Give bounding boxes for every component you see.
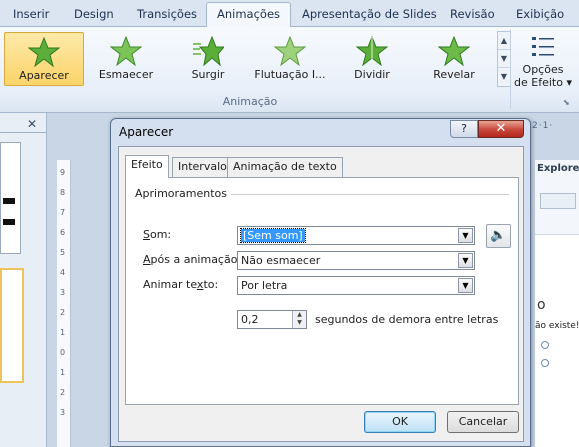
horizontal-ruler: 2·1· xyxy=(532,121,554,131)
tab-apresentacao-de-slides[interactable]: Apresentação de Slides xyxy=(302,5,437,23)
animation-revelar[interactable]: Revelar xyxy=(414,32,494,86)
tab-page-efeito: Aprimoramentos Som: [Sem som] ▼ 🔈 Após a… xyxy=(125,177,519,405)
ruler-number: 3 xyxy=(60,408,66,417)
ruler-number: 0 xyxy=(60,348,66,357)
tab-design[interactable]: Design xyxy=(74,5,114,23)
panel-title: Explorer xyxy=(537,163,579,174)
animation-dividir[interactable]: Dividir xyxy=(332,32,412,86)
effect-options-label-2: de Efeito xyxy=(514,76,563,89)
dialog-title: Aparecer xyxy=(119,125,174,139)
close-button[interactable]: ✕ xyxy=(478,120,524,138)
ruler-number: 3 xyxy=(60,288,66,297)
ribbon-animation-group: Aparecer Esmaecer Surgir Flutuação I... … xyxy=(0,27,579,113)
ruler-number: 6 xyxy=(60,228,66,237)
panel-tool-button[interactable] xyxy=(540,193,576,209)
effect-options-label: Opções xyxy=(522,63,564,76)
after-animation-select[interactable]: Não esmaecer ▼ xyxy=(237,251,475,270)
delay-suffix: segundos de demora entre letras xyxy=(315,313,499,326)
vertical-ruler: 9 8 7 6 5 4 3 2 1 0 1 2 3 xyxy=(57,160,71,447)
animation-surgir[interactable]: Surgir xyxy=(168,32,248,86)
ruler-number: 5 xyxy=(60,248,66,257)
ruler-number: 1 xyxy=(60,368,66,377)
slide-text: o xyxy=(537,297,546,313)
selection-handle[interactable] xyxy=(541,341,549,349)
star-motion-icon xyxy=(193,36,224,66)
slide-canvas xyxy=(535,234,579,447)
aparecer-dialog: Aparecer ? ✕ Efeito Intervalo Animação d… xyxy=(110,118,531,447)
ruler-number: 7 xyxy=(60,208,66,217)
sound-label: Som: xyxy=(143,228,172,241)
pane-divider xyxy=(0,132,47,133)
cancel-button[interactable]: Cancelar xyxy=(447,411,519,433)
tab-transicoes[interactable]: Transições xyxy=(137,5,197,23)
animation-label: Surgir xyxy=(191,68,225,81)
section-title: Aprimoramentos xyxy=(135,187,232,200)
ruler-number: 8 xyxy=(60,188,66,197)
group-divider xyxy=(510,29,511,109)
ribbon-tab-bar: Inserir Design Transições Animações Apre… xyxy=(0,0,579,28)
ok-button[interactable]: OK xyxy=(364,411,436,433)
animate-text-select[interactable]: Por letra ▼ xyxy=(237,276,475,295)
gallery-scrollbar[interactable]: ▲ ▼ ▼ xyxy=(497,31,511,87)
star-icon xyxy=(438,36,470,66)
tab-exibicao[interactable]: Exibição xyxy=(516,5,564,23)
ruler-number: 4 xyxy=(60,268,66,277)
animation-label: Revelar xyxy=(433,68,475,81)
ruler-number: 2 xyxy=(60,308,66,317)
list-options-icon xyxy=(532,37,554,56)
ruler-number: 1 xyxy=(60,328,66,337)
animate-text-label: Animar texto: xyxy=(143,278,219,291)
animation-label: Flutuação I... xyxy=(254,68,326,81)
after-animation-label: Após a animação: xyxy=(143,253,242,266)
delay-spinner[interactable]: 0,2 ▲ ▼ xyxy=(237,310,307,329)
sound-value: [Sem som] xyxy=(240,228,306,243)
slide-thumbnail-selected[interactable] xyxy=(0,268,24,383)
delay-value: 0,2 xyxy=(241,313,259,326)
slide-thumbnail[interactable] xyxy=(0,142,21,254)
sound-select[interactable]: [Sem som] ▼ xyxy=(237,226,475,245)
animation-aparecer[interactable]: Aparecer xyxy=(4,32,84,86)
effect-options-button[interactable]: Opções de Efeito ▾ xyxy=(514,31,572,95)
group-label: Animação xyxy=(222,95,278,108)
tab-animacoes[interactable]: Animações xyxy=(206,2,292,28)
close-icon[interactable]: ✕ xyxy=(27,117,37,131)
tab-intervalo[interactable]: Intervalo xyxy=(172,157,233,177)
dialog-body: Efeito Intervalo Animação de texto Aprim… xyxy=(118,146,524,442)
ruler-number: 9 xyxy=(60,168,66,177)
chevron-down-icon[interactable]: ▼ xyxy=(458,253,473,268)
star-icon xyxy=(28,37,60,67)
star-icon xyxy=(356,36,388,66)
spin-down-icon[interactable]: ▼ xyxy=(292,319,306,328)
after-animation-value: Não esmaecer xyxy=(241,254,321,267)
animation-label: Dividir xyxy=(354,68,390,81)
animation-label: Esmaecer xyxy=(98,68,154,81)
help-button[interactable]: ? xyxy=(450,120,478,138)
animate-text-value: Por letra xyxy=(241,279,288,292)
section-divider xyxy=(221,194,509,195)
animation-flutuacao[interactable]: Flutuação I... xyxy=(250,32,330,86)
chevron-down-icon[interactable]: ▼ xyxy=(458,278,473,293)
star-icon xyxy=(274,36,306,66)
scroll-down-icon[interactable]: ▼ xyxy=(498,50,510,68)
speaker-icon[interactable]: 🔈 xyxy=(486,224,511,248)
selection-handle[interactable] xyxy=(541,359,549,367)
dialog-launcher-icon[interactable]: ⬊ xyxy=(563,98,572,107)
tab-animacao-de-texto[interactable]: Animação de texto xyxy=(227,157,343,177)
animation-label: Aparecer xyxy=(19,69,69,82)
tab-revisao[interactable]: Revisão xyxy=(450,5,495,23)
ruler-number: 2 xyxy=(60,388,66,397)
star-icon xyxy=(110,36,142,66)
tab-inserir[interactable]: Inserir xyxy=(13,5,49,23)
more-icon[interactable]: ▼ xyxy=(498,68,510,86)
caret-down-icon: ▾ xyxy=(566,76,572,89)
chevron-down-icon[interactable]: ▼ xyxy=(458,228,473,243)
animation-esmaecer[interactable]: Esmaecer xyxy=(86,32,166,86)
scroll-up-icon[interactable]: ▲ xyxy=(498,32,510,50)
tab-efeito[interactable]: Efeito xyxy=(125,155,169,178)
slide-text-fragment: ão existe! xyxy=(535,321,579,331)
